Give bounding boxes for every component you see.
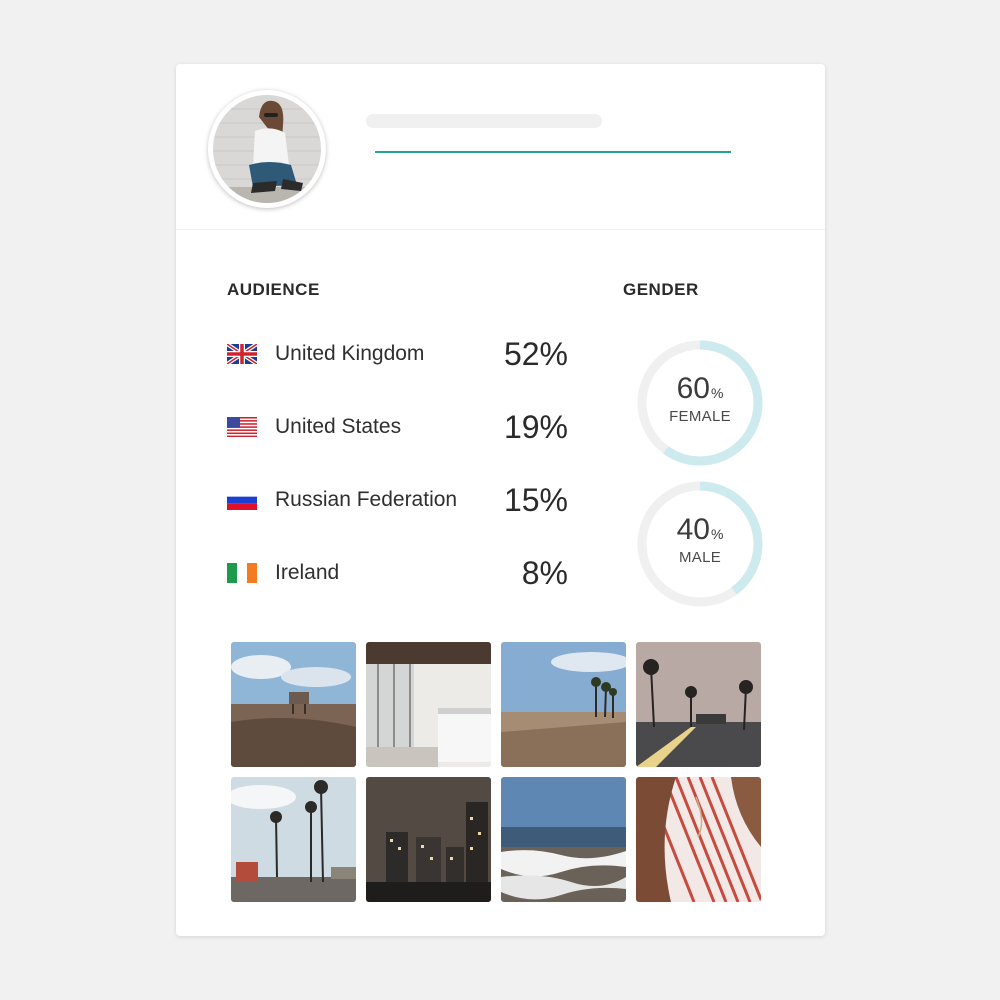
country-percent: 8% <box>521 555 568 591</box>
audience-row: Ireland 8% <box>227 555 572 628</box>
ireland-flag-icon <box>227 563 257 583</box>
audience-row: United Kingdom 52% <box>227 336 572 409</box>
cafe-interior-photo[interactable] <box>366 642 491 767</box>
audience-title: AUDIENCE <box>227 280 320 299</box>
female-donut-chart: 60% FEMALE <box>635 338 765 468</box>
profile-card: AUDIENCE GENDER United Kingdom 52% Unite… <box>176 64 825 936</box>
beach-lifeguard-tower-photo[interactable] <box>231 642 356 767</box>
male-label: MALE <box>678 549 722 566</box>
name-placeholder <box>366 114 602 128</box>
photo-gallery <box>231 642 761 902</box>
female-unit: % <box>710 385 724 401</box>
name-underline <box>375 151 731 153</box>
audience-row: Russian Federation 15% <box>227 482 572 555</box>
male-unit: % <box>710 526 724 542</box>
country-name: United Kingdom <box>275 342 425 365</box>
male-number: 40 <box>676 513 710 546</box>
country-percent: 19% <box>503 409 568 445</box>
palm-street-road-photo[interactable] <box>636 642 761 767</box>
avatar[interactable] <box>208 90 326 208</box>
gender-title: GENDER <box>623 280 699 299</box>
palm-tree-avenue-photo[interactable] <box>231 777 356 902</box>
beach-palm-trees-photo[interactable] <box>501 642 626 767</box>
female-value: 60% <box>635 372 765 406</box>
striped-shirt-hair-photo[interactable] <box>636 777 761 902</box>
avatar-photo <box>213 95 321 203</box>
audience-list: United Kingdom 52% United States 19% Rus… <box>227 336 572 628</box>
female-number: 60 <box>676 372 710 405</box>
russia-flag-icon <box>227 490 257 510</box>
uk-flag-icon <box>227 344 257 364</box>
female-label: FEMALE <box>669 408 731 425</box>
country-name: Russian Federation <box>275 488 458 511</box>
country-name: Ireland <box>275 561 340 584</box>
male-value: 40% <box>635 513 765 547</box>
us-flag-icon <box>227 417 257 437</box>
profile-header <box>176 64 825 230</box>
country-name: United States <box>275 415 402 438</box>
country-percent: 15% <box>503 482 568 518</box>
city-skyline-night-photo[interactable] <box>366 777 491 902</box>
ocean-waves-photo[interactable] <box>501 777 626 902</box>
male-donut-chart: 40% MALE <box>635 479 765 609</box>
country-percent: 52% <box>503 336 568 372</box>
audience-row: United States 19% <box>227 409 572 482</box>
